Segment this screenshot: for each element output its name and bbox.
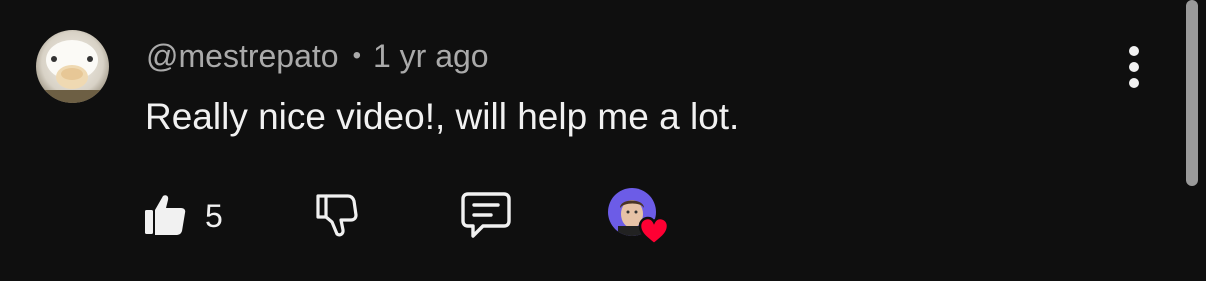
comment-item: @mestrepato • 1 yr ago Really nice video… [0, 0, 1206, 281]
comment-text: Really nice video!, will help me a lot. [145, 96, 740, 137]
creator-heart-icon [638, 216, 670, 246]
comment-actions: 5 [0, 188, 1206, 246]
thumbs-down-icon [312, 190, 360, 243]
comment-reply-icon [459, 190, 513, 245]
reply-button[interactable] [459, 190, 513, 245]
comment-meta: @mestrepato • 1 yr ago [146, 34, 489, 78]
meta-separator: • [352, 42, 361, 69]
creator-heart-badge[interactable] [608, 188, 672, 246]
like-button[interactable]: 5 [143, 192, 223, 241]
like-count: 5 [205, 198, 223, 234]
dislike-button[interactable] [312, 190, 360, 243]
more-vertical-icon[interactable] [1118, 46, 1150, 88]
author-avatar[interactable] [36, 30, 109, 103]
comment-timestamp[interactable]: 1 yr ago [373, 38, 489, 75]
scrollbar-thumb[interactable] [1186, 0, 1198, 186]
author-name[interactable]: @mestrepato [146, 38, 339, 75]
thumbs-up-icon [143, 192, 187, 241]
